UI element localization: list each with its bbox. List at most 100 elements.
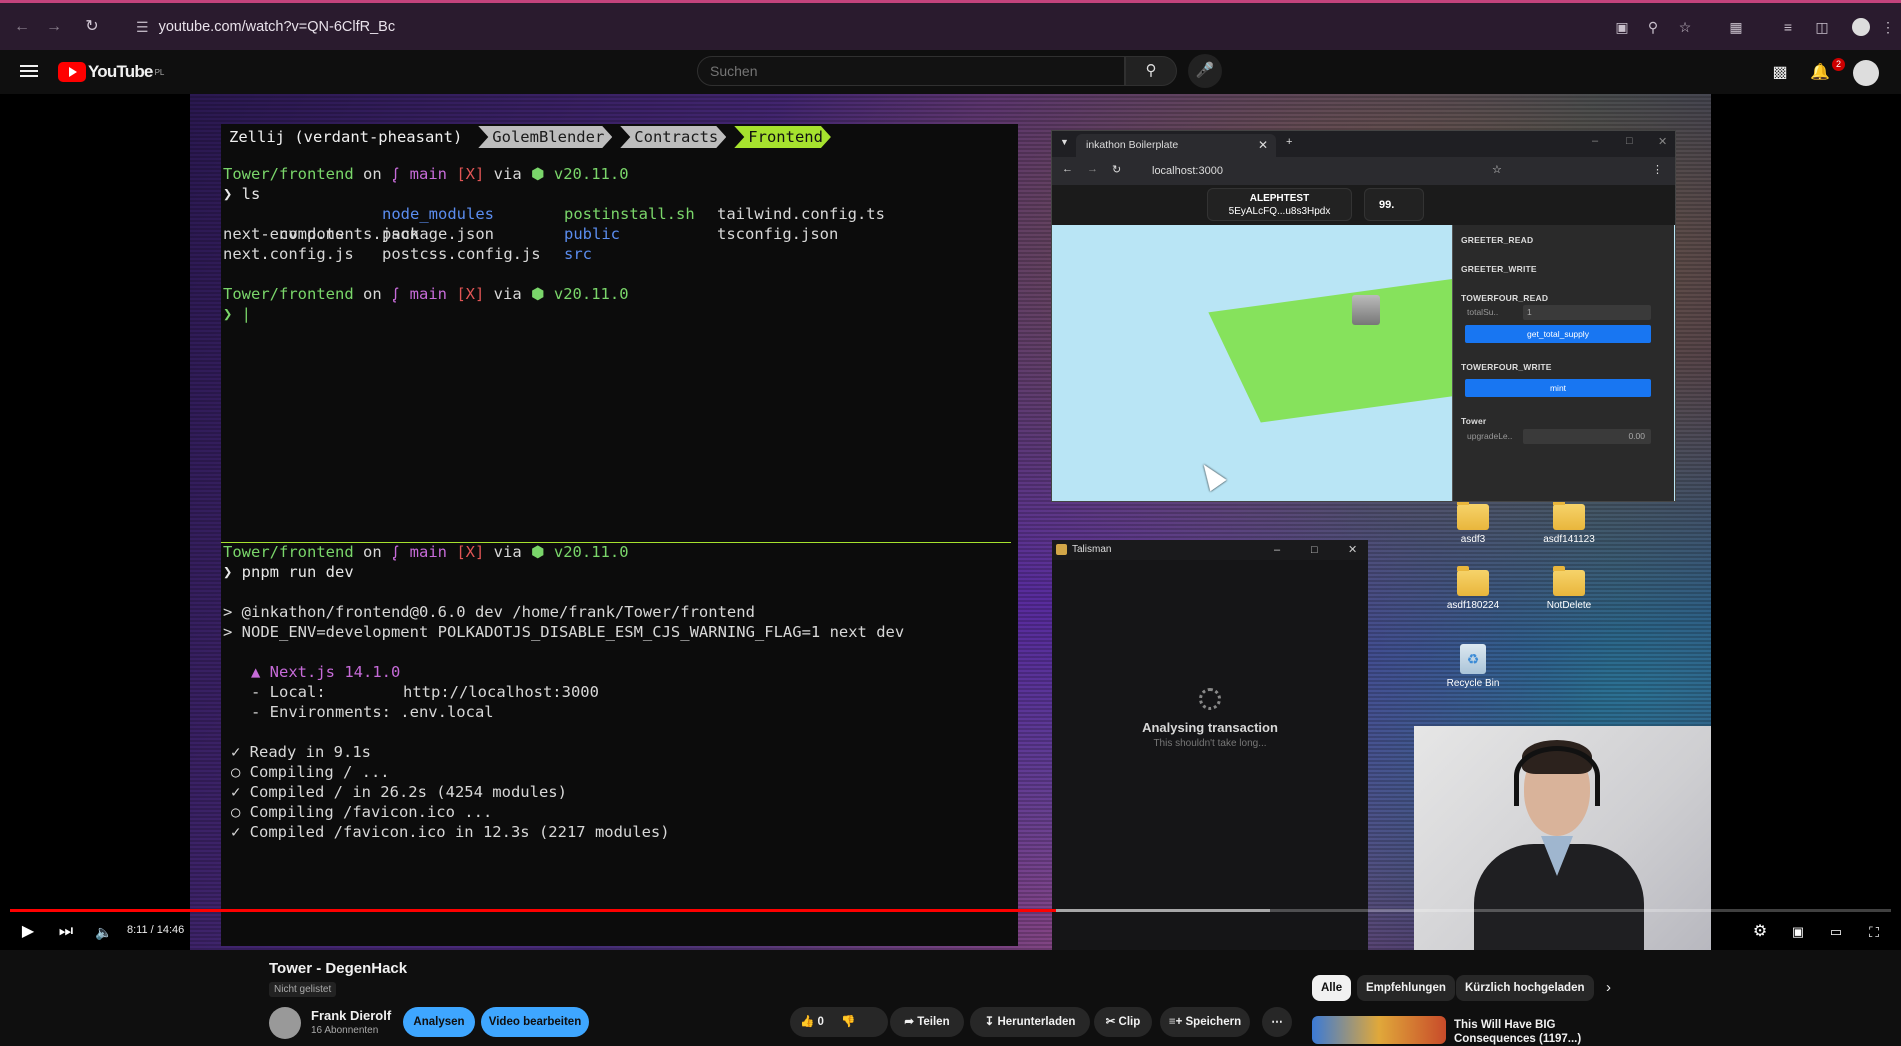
more-actions-icon[interactable]: ⋯ [1262,1007,1292,1037]
dislike-icon[interactable]: 👎 [841,1016,855,1028]
zellij-tab-frontend[interactable]: Frontend [734,126,831,148]
site-info-icon[interactable]: ☰ [136,19,149,36]
contract-debug-panel: GREETER_READ GREETER_WRITE TOWERFOUR_REA… [1452,225,1674,501]
recommendation-title[interactable]: This Will Have BIG Consequences (1197...… [1454,1018,1594,1046]
zellij-session-tab[interactable]: Zellij (verdant-pheasant) [221,126,471,148]
desktop-icon-notdelete[interactable]: NotDelete [1534,566,1604,611]
edit-video-button[interactable]: Video bearbeiten [481,1007,589,1037]
upgrade-input[interactable]: 0.00 [1523,429,1651,444]
voice-search-mic-icon[interactable]: 🎤 [1188,54,1222,88]
desktop-icon-asdf141123[interactable]: asdf141123 [1534,500,1604,545]
search-input[interactable] [698,57,1124,85]
install-icon[interactable]: ▣ [1612,17,1632,37]
desktop-icon-recycle-bin[interactable]: ♻ Recycle Bin [1438,644,1508,689]
talisman-close-icon[interactable]: ✕ [1348,540,1357,560]
fullscreen-icon[interactable]: ⛶ [1862,920,1886,944]
zellij-tab-contracts[interactable]: Contracts [620,126,726,148]
address-bar[interactable]: ☰ youtube.com/watch?v=QN-6ClfR_Bc [120,11,1600,43]
new-tab-plus-icon[interactable]: + [1286,136,1292,148]
account-selector[interactable]: ALEPHTEST 5EyALcFQ...u8s3Hpdx [1207,188,1352,221]
create-video-icon[interactable]: ▩ [1769,62,1791,84]
desktop-icon-asdf180224[interactable]: asdf180224 [1438,566,1508,611]
share-button[interactable]: ➦ Teilen [890,1007,964,1037]
video-player[interactable]: Zellij (verdant-pheasant) GolemBlender C… [0,94,1901,950]
extensions-icon[interactable]: ▦ [1726,17,1746,37]
prompt-line: Tower/frontend on ᶘ main [X] via ⬢ v20.1… [223,285,629,303]
close-window-icon[interactable]: ✕ [1658,135,1667,148]
ls-file-tailwind: tailwind.config.ts [717,205,885,223]
inner-tab-title: inkathon Boilerplate [1086,139,1179,151]
forward-icon[interactable]: → [44,17,64,37]
hamburger-menu-icon[interactable] [20,62,38,80]
progress-bar[interactable] [10,909,1891,912]
youtube-logo[interactable]: YouTube PL [58,62,164,82]
download-button[interactable]: ↧ Herunterladen [970,1007,1090,1037]
inner-back-icon[interactable]: ← [1062,163,1073,175]
analysing-status: Analysing transaction [1142,720,1278,735]
logo-text: YouTube [88,62,153,81]
inner-tab[interactable]: inkathon Boilerplate ✕ [1076,134,1276,157]
next-video-icon[interactable]: ⏭ [54,920,78,944]
headset-icon [1514,746,1600,806]
section-greeter-write[interactable]: GREETER_WRITE [1461,264,1537,274]
like-icon[interactable]: 👍 [800,1016,814,1028]
chips-next-chevron-icon[interactable]: › [1606,979,1611,996]
inner-forward-icon[interactable]: → [1087,163,1098,175]
search-box[interactable] [697,56,1125,86]
inner-star-icon[interactable]: ☆ [1492,163,1502,176]
menu-kebab-icon[interactable]: ⋮ [1878,17,1898,37]
get-total-supply-button[interactable]: get_total_supply [1465,325,1651,343]
folder-icon [1553,566,1585,596]
ls-file-package: package.json [382,225,494,243]
player-controls: ▶ ⏭ 🔈 ⚙ ▣ ▭ ⛶ [0,914,1901,950]
miniplayer-icon[interactable]: ▣ [1786,920,1810,944]
zellij-tab-golemblender[interactable]: GolemBlender [478,126,612,148]
talisman-maximize-icon[interactable]: □ [1311,540,1318,560]
talisman-titlebar: Talisman – □ ✕ [1052,540,1368,560]
terminal-cursor-line[interactable]: ❯ | [223,304,251,324]
section-tower[interactable]: Tower [1461,416,1486,426]
talisman-minimize-icon[interactable]: – [1274,540,1280,560]
play-icon[interactable]: ▶ [16,920,40,944]
chip-recommendations[interactable]: Empfehlungen [1357,975,1455,1001]
media-control-icon[interactable]: ≡ [1778,17,1798,37]
log-compiling-favicon: ○ Compiling /favicon.ico ... [231,803,493,821]
account-avatar[interactable] [1853,60,1879,86]
tab-close-icon[interactable]: ✕ [1258,138,1268,152]
zoom-icon[interactable]: ⚲ [1643,17,1663,37]
settings-gear-icon[interactable]: ⚙ [1748,920,1772,944]
theater-mode-icon[interactable]: ▭ [1824,920,1848,944]
bookmark-star-icon[interactable]: ☆ [1675,17,1695,37]
total-supply-input[interactable]: 1 [1523,305,1651,320]
desktop-icon-label: asdf180224 [1446,600,1500,611]
recommendation-thumbnail[interactable] [1312,1016,1446,1044]
side-panel-icon[interactable]: ◫ [1812,17,1832,37]
section-towerfour-write[interactable]: TOWERFOUR_WRITE [1461,362,1552,372]
search-button[interactable]: ⚲ [1125,56,1177,86]
notifications-bell-icon[interactable]: 🔔 [1809,62,1831,84]
reload-icon[interactable]: ↻ [82,17,102,37]
inner-reload-icon[interactable]: ↻ [1112,163,1121,176]
inner-menu-icon[interactable]: ⋮ [1652,163,1663,176]
desktop-icon-asdf3[interactable]: asdf3 [1438,500,1508,545]
back-icon[interactable]: ← [12,17,32,37]
ls-file-next-env: next-env.d.ts [223,225,345,243]
maximize-icon[interactable]: □ [1626,135,1633,147]
address-url: youtube.com/watch?v=QN-6ClfR_Bc [158,19,396,35]
save-button[interactable]: ≡+ Speichern [1160,1007,1250,1037]
clip-label: Clip [1118,1016,1141,1028]
minimize-icon[interactable]: – [1592,135,1598,147]
tab-list-chevron-icon[interactable]: ▼ [1060,137,1069,147]
volume-icon[interactable]: 🔈 [92,920,116,944]
analytics-button[interactable]: Analysen [403,1007,475,1037]
channel-name[interactable]: Frank Dierolf [311,1008,391,1023]
section-greeter-read[interactable]: GREETER_READ [1461,235,1533,245]
mint-button[interactable]: mint [1465,379,1651,397]
chip-all[interactable]: Alle [1312,975,1352,1001]
profile-avatar-icon[interactable] [1852,18,1870,36]
chip-recently-uploaded[interactable]: Kürzlich hochgeladen [1456,975,1594,1001]
channel-avatar[interactable] [269,1007,301,1039]
inner-address-bar[interactable]: ← → ↻ localhost:3000 ☆ ⋮ [1052,157,1675,185]
section-towerfour-read[interactable]: TOWERFOUR_READ [1461,293,1548,303]
clip-button[interactable]: ✂ Clip [1094,1007,1152,1037]
